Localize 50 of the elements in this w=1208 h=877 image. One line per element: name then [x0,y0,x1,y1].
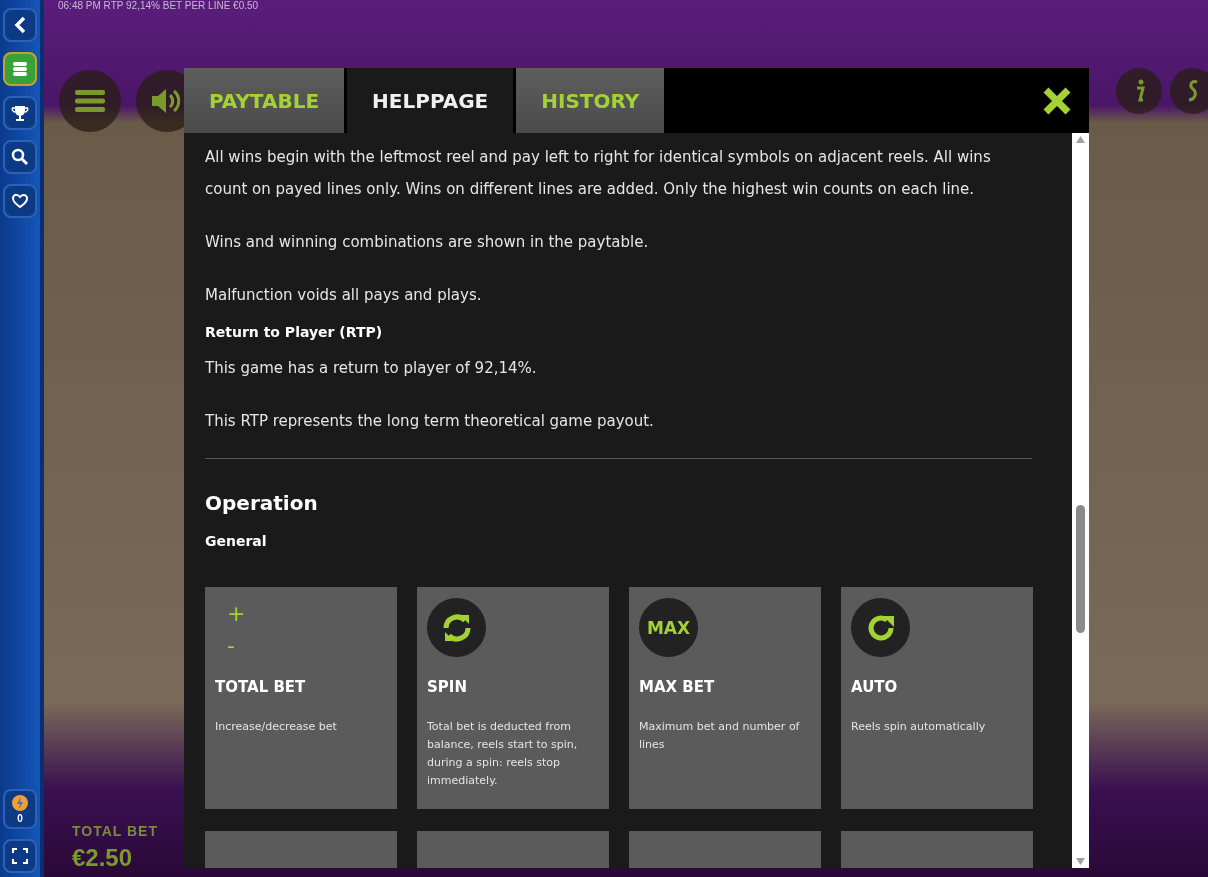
paylines-button[interactable] [1170,68,1208,114]
card-title: AUTO [851,678,899,696]
close-icon [1043,86,1071,115]
tab[interactable]: HELPPAGE [347,68,514,133]
subsection-title: General [205,533,268,549]
scroll-up-icon[interactable] [1076,136,1085,143]
bonus-coins-button[interactable]: 0 [3,789,37,829]
help-paragraph: All wins begin with the leftmost reel and pay left to right for identical symbols on adjacent reels. All wins count on payed lines only. Wins on different lines are added. Only the highest win counts on each line. [205,147,992,200]
menu-icon [75,90,105,112]
tab[interactable]: HISTORY [516,68,665,133]
section-title: Operation [205,491,319,515]
card-title: TOTAL BET [215,678,307,696]
coin-count: 0 [17,813,23,824]
plus-sign: + [227,600,246,628]
total-bet-label: TOTAL BET [72,823,158,839]
fullscreen-button[interactable] [3,839,37,873]
card-title: SPIN [427,678,468,696]
help-paragraph: Malfunction voids all pays and plays. [205,285,483,306]
trophy-icon [11,104,29,122]
info-button[interactable] [1116,68,1162,114]
search-button[interactable] [3,140,37,174]
tab[interactable]: PAYTABLE [184,68,345,133]
fullscreen-icon [12,848,28,864]
status-text: 06:48 PM RTP 92,14% BET PER LINE €0.50 [58,0,259,11]
total-bet-value: €2.50 [72,844,133,872]
max-icon: MAX [639,598,698,657]
help-paragraph: This game has a return to player of 92,14%. [205,358,538,379]
help-paragraph: This RTP represents the long term theoretical game payout. [205,411,655,432]
card-description: Increase/decrease bet [215,719,338,735]
search-icon [11,148,29,166]
s-curve-icon [1187,79,1199,103]
card-description: Total bet is deducted from balance, reels start to spin, during a spin: reels stop immediately. [427,719,579,789]
scrollbar-thumb[interactable] [1076,505,1085,633]
favorite-button[interactable] [3,184,37,218]
minus-sign: - [227,632,235,660]
help-heading: Return to Player (RTP) [205,324,384,340]
scroll-down-icon[interactable] [1076,858,1085,865]
trophy-button[interactable] [3,96,37,130]
help-paragraph: Wins and winning combinations are shown in the paytable. [205,232,650,253]
card-title: MAX BET [639,678,716,696]
heart-icon [11,193,29,209]
back-button[interactable] [3,8,37,42]
coin-stack-icon [11,60,29,78]
coins-button[interactable] [3,52,37,86]
card-description: Reels spin automatically [851,719,987,735]
lightning-coin-icon [11,794,29,812]
scrollbar[interactable] [1072,133,1089,868]
card-description: Maximum bet and number of lines [639,719,801,753]
close-button[interactable] [1043,86,1071,115]
chevron-left-icon [13,16,27,34]
